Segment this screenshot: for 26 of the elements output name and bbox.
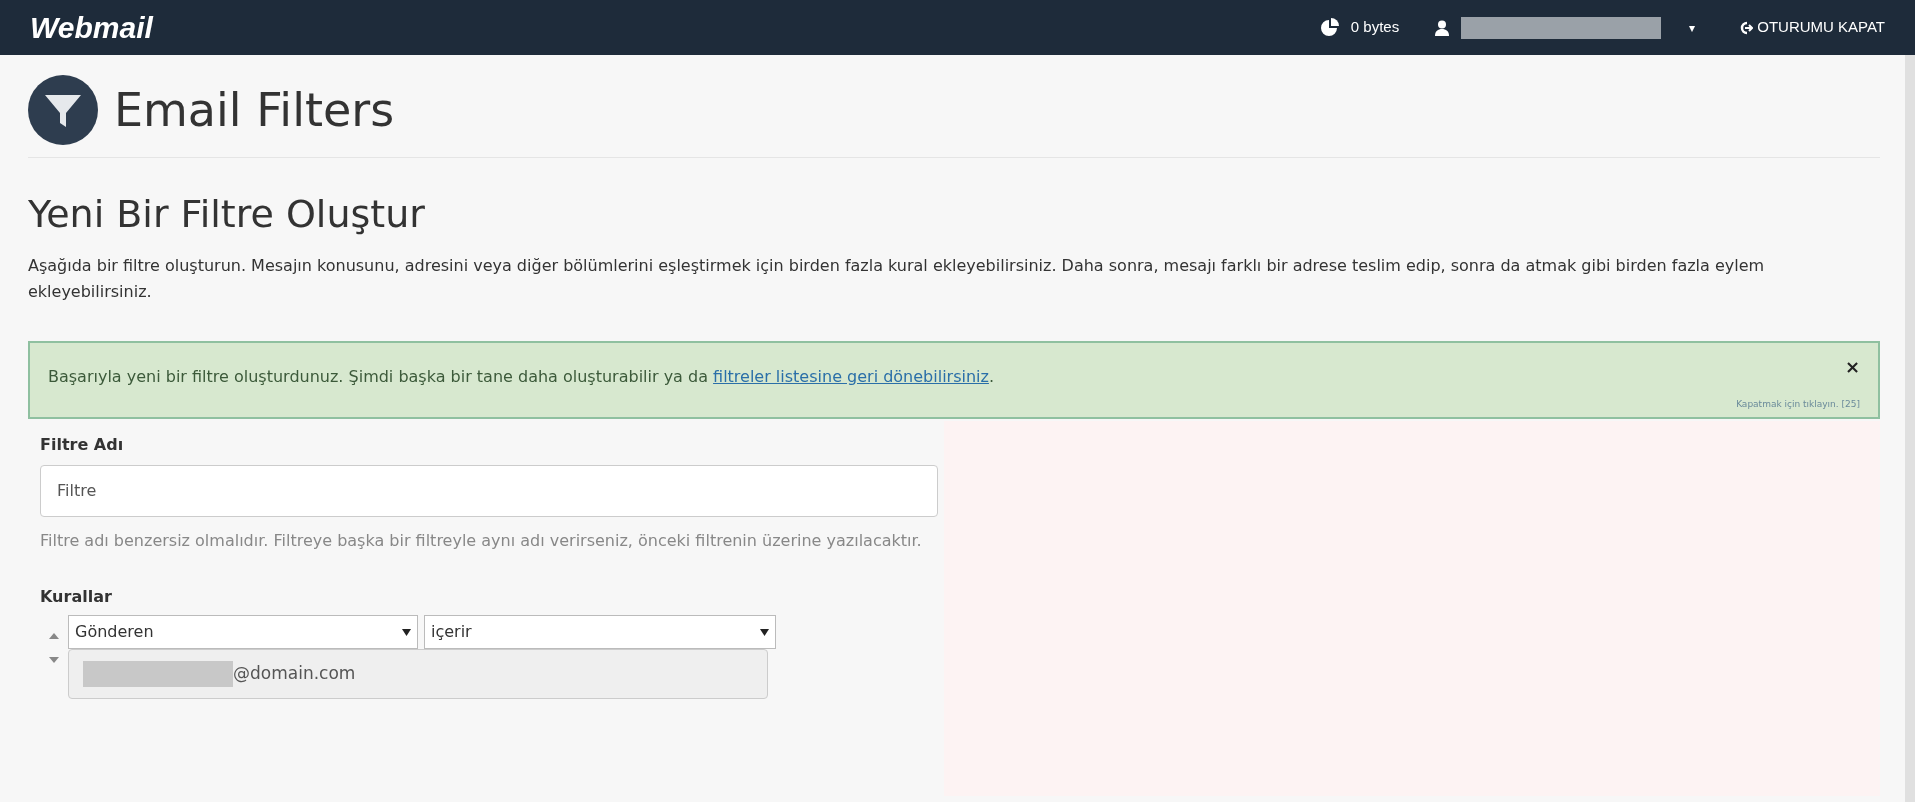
part-select[interactable]: Gönderen	[68, 615, 418, 649]
field-label: Filtre Adı	[40, 434, 125, 456]
logo[interactable]: Webmail	[30, 5, 153, 50]
logout-icon	[1739, 20, 1754, 35]
page-title: Email Filters	[114, 81, 395, 139]
caret-icon	[760, 628, 769, 636]
match-select[interactable]: içerir	[424, 615, 776, 649]
section-title: Yeni Bir Filtre Oluştur	[28, 191, 426, 238]
rule-value-field[interactable]: @domain.com	[68, 649, 768, 699]
user-menu-caret[interactable]: ▾	[1689, 18, 1696, 37]
move-up-icon[interactable]	[49, 633, 59, 639]
caret-icon	[402, 628, 411, 636]
pie-chart-icon	[1318, 17, 1339, 38]
filter-name-field[interactable]: Filtre	[40, 465, 938, 517]
alert-dismiss-hint: Kapatmak için tıklayın. [25]	[1736, 397, 1860, 411]
help-text: Filtre adı benzersiz olmalıdır. Filtreye başka bir filtreyle aynı adı verirseniz, önceki filtrenin üzerine yazılacaktır.	[40, 530, 923, 552]
close-button[interactable]: ×	[1844, 353, 1860, 380]
move-down-icon[interactable]	[49, 657, 59, 663]
description: Aşağıda bir filtre oluşturun. Mesajın konusunu, adresini veya diğer bölümlerini eşleştirmek için birden fazla kural ekleyebilirsiniz. Daha sonra, mesajı farklı bir adrese teslim edip, sonra da atmak gibi birden fazla eylem ekleyebilirsiniz.	[28, 255, 1766, 303]
alert-link[interactable]: filtreler listesine geri dönebilirsiniz	[713, 367, 989, 386]
user-icon	[1435, 19, 1450, 36]
logout-link[interactable]: OTURUMU KAPAT	[1739, 16, 1885, 39]
disk-usage: 0 bytes	[1350, 17, 1400, 38]
rules-label: Kurallar	[40, 586, 113, 608]
funnel-icon	[28, 75, 98, 145]
alert-message: Başarıyla yeni bir filtre oluşturdunuz. Şimdi başka bir tane daha oluşturabilir ya da filtreler listesine geri dönebilirsiniz.	[48, 366, 995, 388]
